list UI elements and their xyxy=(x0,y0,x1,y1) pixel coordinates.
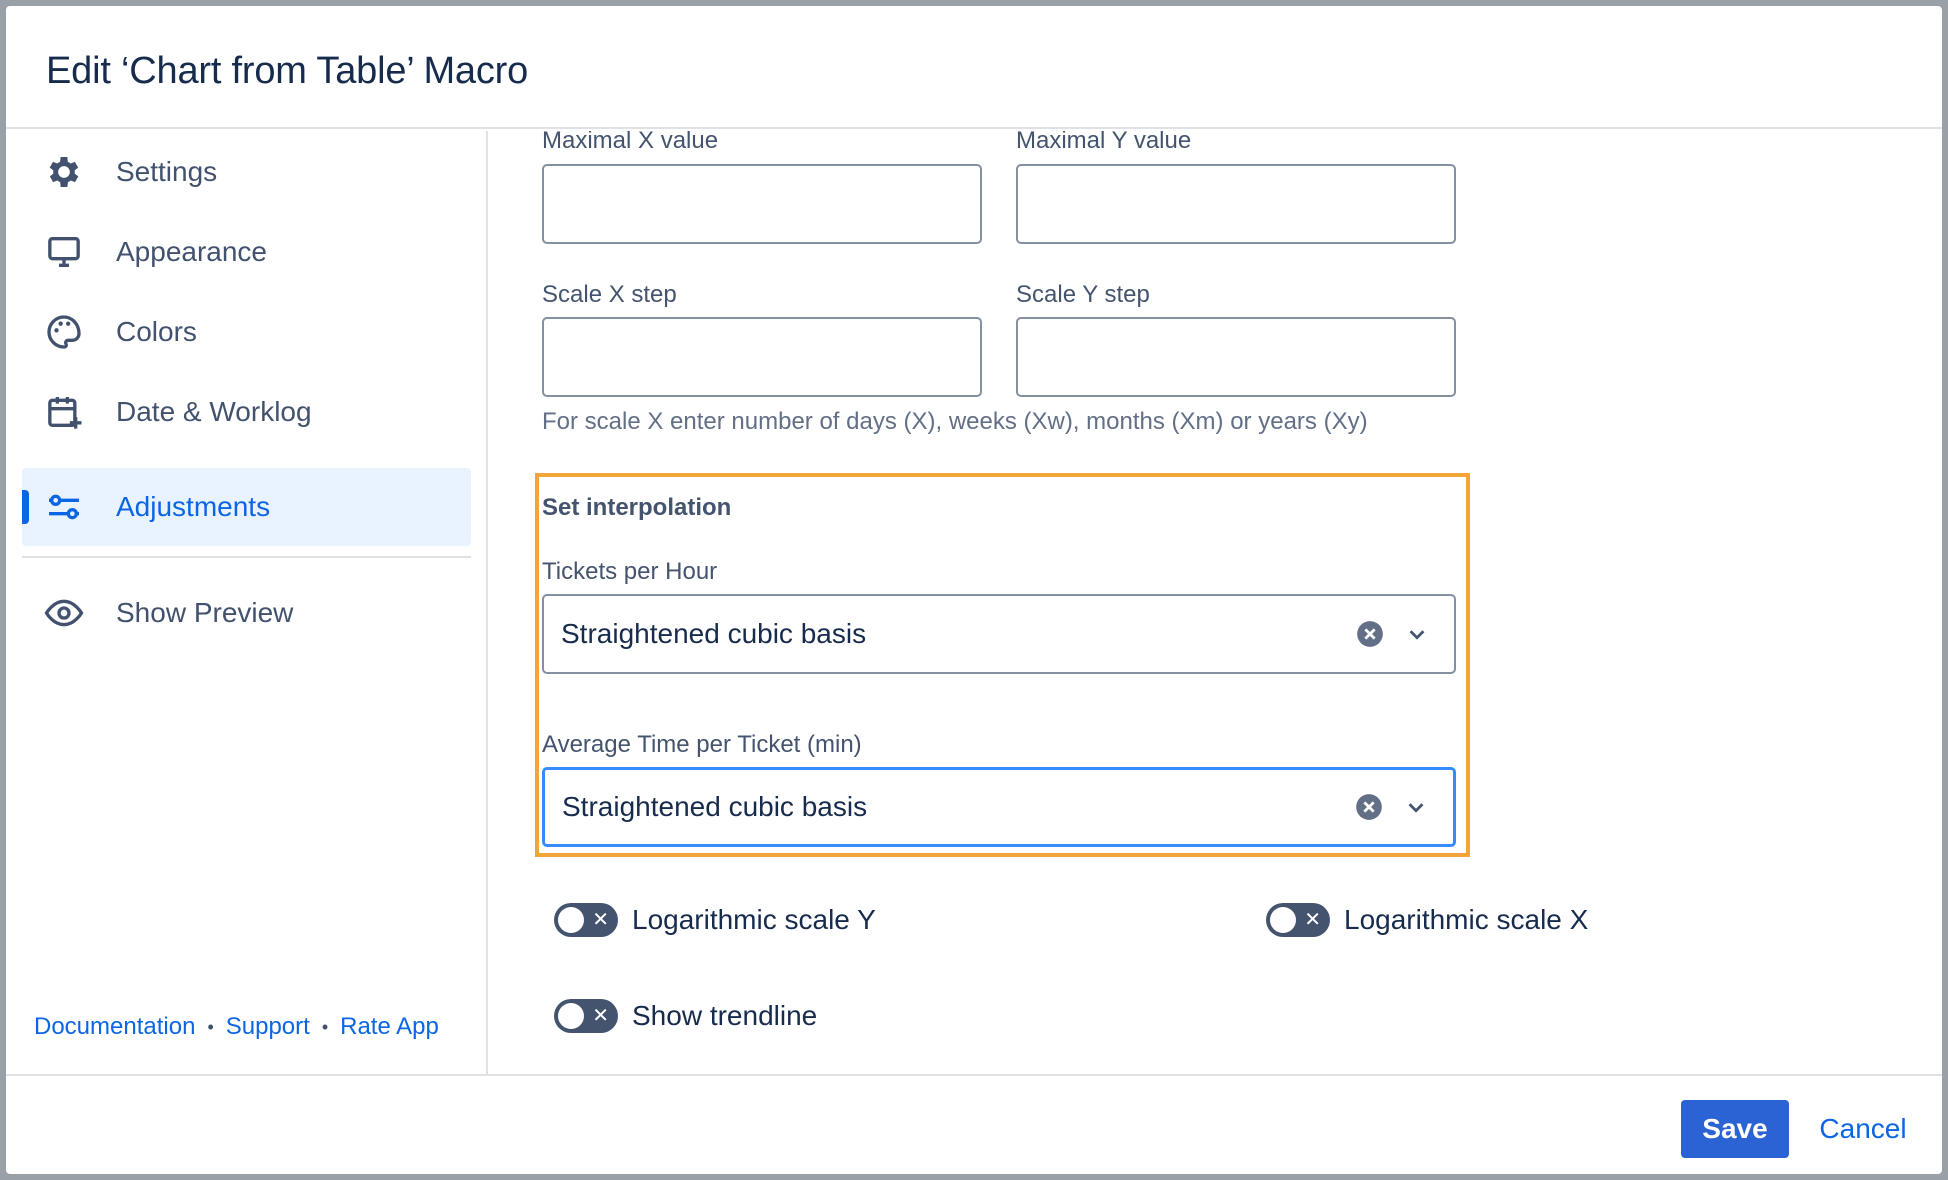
interpolation-select-average-time[interactable]: Straightened cubic basis xyxy=(542,767,1456,847)
select-value: Straightened cubic basis xyxy=(562,791,868,822)
calendar-add-icon xyxy=(42,390,86,434)
sidebar-item-settings[interactable]: Settings xyxy=(22,133,471,211)
toggle-knob xyxy=(558,1003,584,1029)
clear-icon[interactable] xyxy=(1356,620,1384,648)
log-scale-y-row: ✕ Logarithmic scale Y xyxy=(554,903,876,937)
sidebar-item-adjustments[interactable]: Adjustments xyxy=(22,468,471,546)
show-trendline-label: Show trendline xyxy=(632,1000,818,1031)
log-scale-x-toggle[interactable]: ✕ xyxy=(1266,903,1330,937)
scale-hint: For scale X enter number of days (X), we… xyxy=(542,408,1368,435)
sidebar-divider xyxy=(22,556,471,558)
scale-x-input[interactable] xyxy=(542,317,982,397)
interpolation-series-label: Average Time per Ticket (min) xyxy=(542,731,862,758)
chevron-down-icon[interactable] xyxy=(1406,623,1428,645)
max-y-label: Maximal Y value xyxy=(1016,131,1192,154)
dialog-footer: Save Cancel xyxy=(6,1074,1942,1174)
sliders-icon xyxy=(42,485,86,529)
link-separator: • xyxy=(207,1016,214,1037)
trendline-row: ✕ Show trendline xyxy=(554,999,817,1033)
log-scale-y-label: Logarithmic scale Y xyxy=(632,904,876,935)
sidebar-item-date-worklog[interactable]: Date & Worklog xyxy=(22,373,471,451)
scale-y-label: Scale Y step xyxy=(1016,281,1150,308)
support-link[interactable]: Support xyxy=(226,1013,310,1041)
show-preview-label: Show Preview xyxy=(116,597,294,628)
clear-icon[interactable] xyxy=(1355,793,1383,821)
monitor-icon xyxy=(42,230,86,274)
sidebar-item-label: Colors xyxy=(116,316,197,347)
sidebar-item-label: Date & Worklog xyxy=(116,396,312,427)
rate-app-link[interactable]: Rate App xyxy=(340,1013,439,1041)
chevron-down-icon[interactable] xyxy=(1405,796,1427,818)
sidebar-item-label: Settings xyxy=(116,156,218,187)
gear-icon xyxy=(42,150,86,194)
log-scale-y-toggle[interactable]: ✕ xyxy=(554,903,618,937)
sidebar-item-label: Adjustments xyxy=(116,491,271,522)
show-preview-button[interactable]: Show Preview xyxy=(22,574,471,652)
max-x-input[interactable] xyxy=(542,164,982,244)
toggle-off-icon: ✕ xyxy=(592,909,609,931)
save-button[interactable]: Save xyxy=(1681,1100,1789,1158)
dialog-header: Edit ‘Chart from Table’ Macro xyxy=(6,6,1942,129)
edit-macro-dialog: Edit ‘Chart from Table’ Macro Settings A… xyxy=(6,6,1942,1174)
scale-y-input[interactable] xyxy=(1016,317,1456,397)
toggle-off-icon: ✕ xyxy=(592,1005,609,1027)
interpolation-title: Set interpolation xyxy=(542,494,732,521)
log-scale-x-label: Logarithmic scale X xyxy=(1344,904,1589,935)
scale-x-label: Scale X step xyxy=(542,281,677,308)
sidebar-footer-links: Documentation • Support • Rate App xyxy=(34,1013,439,1041)
sidebar-item-label: Appearance xyxy=(116,236,268,267)
toggle-knob xyxy=(1270,907,1296,933)
max-y-input[interactable] xyxy=(1016,164,1456,244)
sidebar-item-appearance[interactable]: Appearance xyxy=(22,213,471,291)
select-value: Straightened cubic basis xyxy=(561,618,867,649)
link-separator: • xyxy=(321,1016,329,1037)
documentation-link[interactable]: Documentation xyxy=(34,1013,195,1041)
toggle-off-icon: ✕ xyxy=(1304,909,1321,931)
max-x-label: Maximal X value xyxy=(542,131,719,154)
cancel-button[interactable]: Cancel xyxy=(1803,1100,1923,1158)
show-trendline-toggle[interactable]: ✕ xyxy=(554,999,618,1033)
toggle-knob xyxy=(558,907,584,933)
adjustments-panel: Maximal X value Maximal Y value Scale X … xyxy=(490,131,1942,1074)
sidebar: Settings Appearance Colors Date & Worklo… xyxy=(6,131,488,1074)
log-scale-x-row: ✕ Logarithmic scale X xyxy=(1266,903,1588,937)
interpolation-series-label: Tickets per Hour xyxy=(542,558,718,585)
sidebar-item-colors[interactable]: Colors xyxy=(22,293,471,371)
palette-icon xyxy=(42,310,86,354)
interpolation-select-tickets-per-hour[interactable]: Straightened cubic basis xyxy=(542,594,1456,674)
dialog-title: Edit ‘Chart from Table’ Macro xyxy=(46,50,529,92)
eye-icon xyxy=(42,591,86,635)
